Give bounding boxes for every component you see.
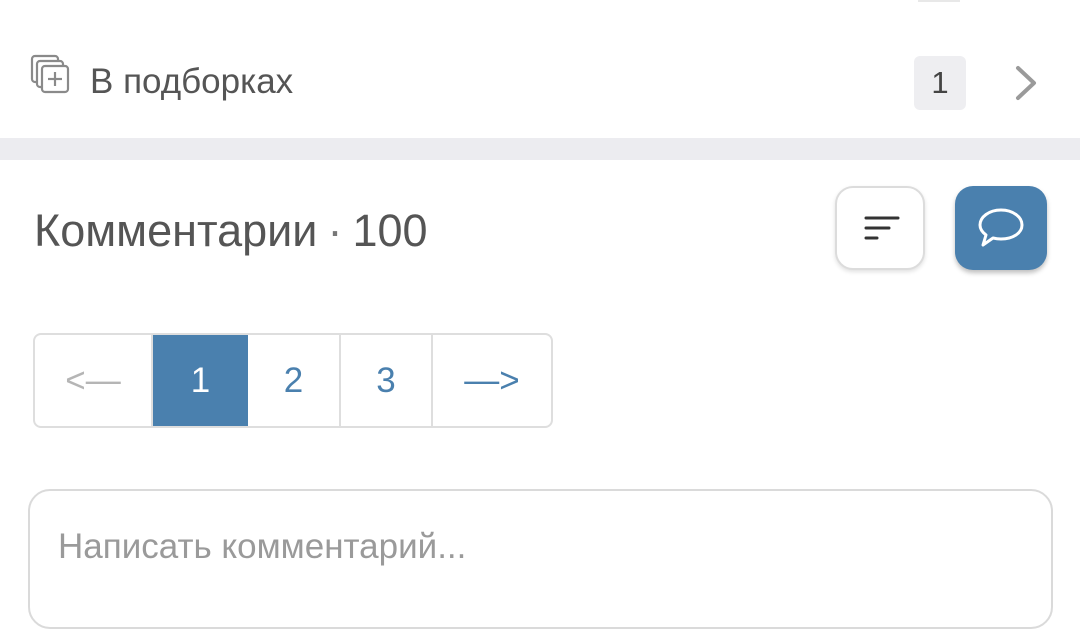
- top-edge-fragment: [918, 0, 960, 2]
- section-divider: [0, 138, 1080, 160]
- sort-icon: [864, 216, 900, 240]
- collections-label: В подборках: [90, 62, 294, 101]
- pagination: <— 1 2 3 —>: [33, 333, 553, 428]
- pagination-page-3[interactable]: 3: [341, 335, 433, 426]
- comments-separator: ·: [327, 205, 343, 256]
- collections-row[interactable]: В подборках 1: [0, 30, 1080, 138]
- pagination-prev-button[interactable]: <—: [35, 335, 153, 426]
- comments-count: 100: [352, 205, 428, 256]
- pagination-page-1[interactable]: 1: [153, 335, 248, 426]
- comment-input[interactable]: [58, 527, 1018, 567]
- pagination-page-2[interactable]: 2: [248, 335, 341, 426]
- speech-bubble-icon: [978, 208, 1024, 247]
- collections-count-badge: 1: [914, 56, 966, 110]
- pagination-next-button[interactable]: —>: [433, 335, 551, 426]
- write-comment-button[interactable]: [955, 186, 1047, 270]
- chevron-right-icon: [1016, 66, 1036, 100]
- collections-add-icon: [30, 54, 70, 94]
- comments-title-text: Комментарии: [34, 205, 318, 256]
- sort-button[interactable]: [835, 186, 925, 270]
- comments-heading: Комментарии · 100: [34, 204, 428, 258]
- comment-input-container[interactable]: [28, 489, 1053, 629]
